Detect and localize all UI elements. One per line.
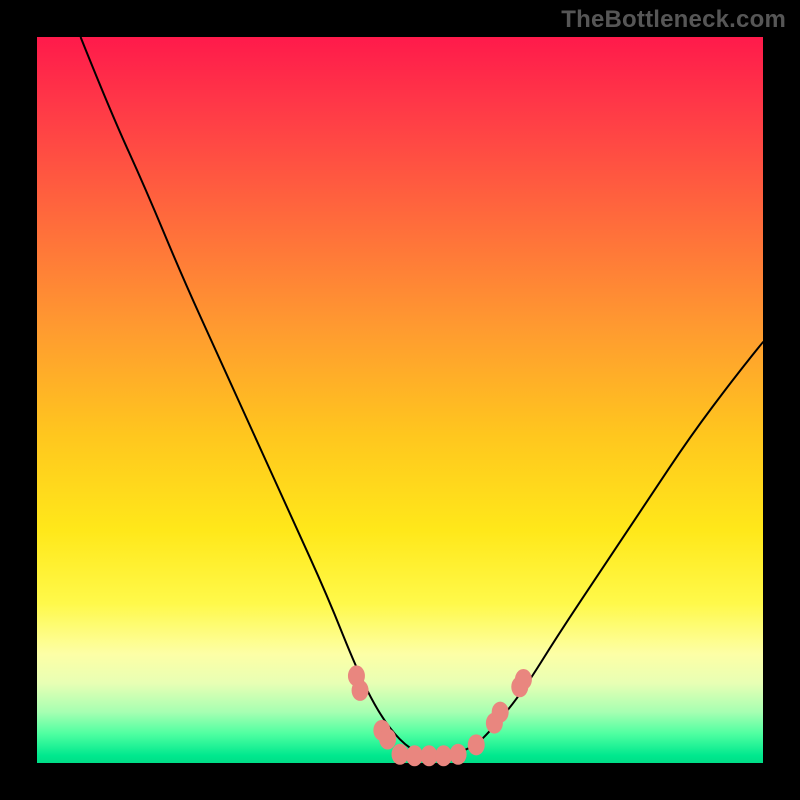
- curve-path: [81, 37, 763, 756]
- watermark-text: TheBottleneck.com: [561, 6, 786, 34]
- marker-dot: [379, 729, 396, 750]
- marker-dot: [435, 745, 452, 766]
- marker-group: [348, 665, 532, 766]
- plot-area: [37, 37, 763, 763]
- marker-dot: [406, 745, 423, 766]
- marker-dot: [392, 744, 409, 765]
- marker-dot: [450, 744, 467, 765]
- marker-dot: [468, 734, 485, 755]
- bottleneck-curve: [37, 37, 763, 763]
- marker-dot: [492, 702, 509, 723]
- chart-frame: TheBottleneck.com: [0, 0, 800, 800]
- marker-dot: [515, 669, 532, 690]
- marker-dot: [352, 680, 369, 701]
- marker-dot: [421, 745, 438, 766]
